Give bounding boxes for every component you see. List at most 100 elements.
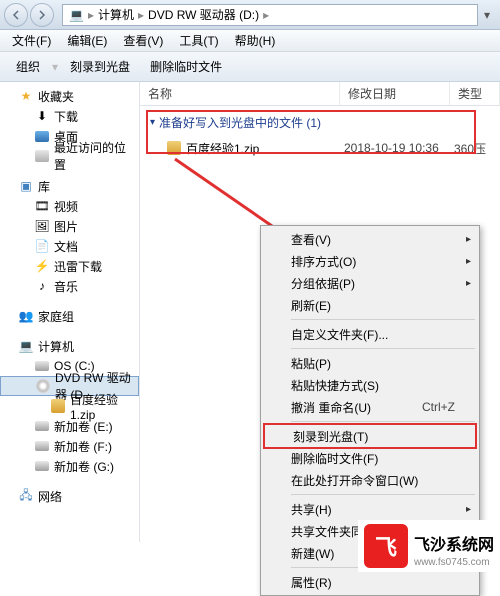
cm-separator: [291, 421, 475, 422]
tree-label: 网络: [38, 488, 62, 505]
titlebar: 💻 ▸ 计算机 ▸ DVD RW 驱动器 (D:) ▸ ▾: [0, 0, 500, 30]
toolbar-delete-temp[interactable]: 删除临时文件: [140, 55, 232, 78]
chevron-down-icon: ▾: [150, 117, 155, 128]
menubar: 文件(F) 编辑(E) 查看(V) 工具(T) 帮助(H): [0, 30, 500, 52]
music-icon: ♪: [34, 278, 50, 294]
breadcrumb-separator: ▸: [138, 8, 144, 22]
cm-label: 刻录到光盘(T): [293, 428, 368, 445]
cm-share[interactable]: 共享(H): [263, 498, 477, 520]
tree-computer[interactable]: 💻计算机: [0, 336, 139, 356]
tree-label: 文档: [54, 238, 78, 255]
breadcrumb-seg-computer[interactable]: 计算机: [98, 6, 134, 23]
tree-libraries[interactable]: ▣库: [0, 176, 139, 196]
tree-videos[interactable]: 🎞视频: [0, 196, 139, 216]
menu-view[interactable]: 查看(V): [115, 30, 171, 51]
cm-paste-shortcut[interactable]: 粘贴快捷方式(S): [263, 374, 477, 396]
toolbar-separator: ▾: [50, 60, 60, 74]
tree-label: 视频: [54, 198, 78, 215]
tree-label: 图片: [54, 218, 78, 235]
cm-label: 粘贴快捷方式(S): [291, 377, 379, 394]
toolbar-organize[interactable]: 组织: [6, 55, 50, 78]
arrow-left-icon: [11, 10, 21, 20]
homegroup-icon: 👥: [18, 308, 34, 324]
cm-shortcut: Ctrl+Z: [422, 400, 455, 414]
disk-icon: [35, 461, 49, 471]
zip-icon: [167, 141, 181, 155]
disk-icon: [35, 421, 49, 431]
menu-tools[interactable]: 工具(T): [171, 30, 226, 51]
address-bar[interactable]: 💻 ▸ 计算机 ▸ DVD RW 驱动器 (D:) ▸: [62, 4, 478, 26]
zip-icon: [51, 399, 65, 413]
tree-label: 下载: [54, 108, 78, 125]
tree-documents[interactable]: 📄文档: [0, 236, 139, 256]
cm-view[interactable]: 查看(V): [263, 228, 477, 250]
breadcrumb-seg-dvd[interactable]: DVD RW 驱动器 (D:): [148, 6, 259, 23]
cm-separator: [291, 494, 475, 495]
cm-label: 在此处打开命令窗口(W): [291, 472, 418, 489]
tree-favorites[interactable]: ★收藏夹: [0, 86, 139, 106]
back-button[interactable]: [4, 3, 28, 27]
tree-label: 新加卷 (G:): [54, 458, 114, 475]
tree-label: 收藏夹: [38, 88, 74, 105]
video-icon: 🎞: [34, 198, 50, 214]
tree-downloads[interactable]: ⬇下载: [0, 106, 139, 126]
menu-help[interactable]: 帮助(H): [227, 30, 284, 51]
cm-delete-temp[interactable]: 删除临时文件(F): [263, 447, 477, 469]
column-header-type[interactable]: 类型: [450, 82, 500, 105]
tree-label: 计算机: [38, 338, 74, 355]
computer-icon: 💻: [18, 338, 34, 354]
library-icon: ▣: [18, 178, 34, 194]
watermark-url: www.fs0745.com: [414, 557, 494, 568]
picture-icon: 🖼: [34, 218, 50, 234]
cm-properties[interactable]: 属性(R): [263, 571, 477, 593]
tree-thunder[interactable]: ⚡迅雷下载: [0, 256, 139, 276]
file-group-header[interactable]: ▾ 准备好写入到光盘中的文件 (1): [150, 114, 490, 131]
tree-homegroup[interactable]: 👥家庭组: [0, 306, 139, 326]
address-dropdown[interactable]: ▾: [478, 8, 496, 22]
column-header-name[interactable]: 名称: [140, 82, 340, 105]
tree-drive-g[interactable]: 新加卷 (G:): [0, 456, 139, 476]
breadcrumb-separator: ▸: [88, 8, 94, 22]
cm-sort[interactable]: 排序方式(O): [263, 250, 477, 272]
cm-label: 属性(R): [291, 574, 332, 591]
cm-label: 刷新(E): [291, 297, 331, 314]
download-icon: ⬇: [34, 108, 50, 124]
cm-label: 新建(W): [291, 545, 334, 562]
cm-group[interactable]: 分组依据(P): [263, 272, 477, 294]
network-icon: 🖧: [18, 488, 34, 504]
toolbar-burn[interactable]: 刻录到光盘: [60, 55, 140, 78]
group-header-label: 准备好写入到光盘中的文件 (1): [159, 114, 321, 131]
tree-label: 最近访问的位置: [54, 139, 135, 173]
column-header-date[interactable]: 修改日期: [340, 82, 450, 105]
cm-separator: [291, 319, 475, 320]
menu-file[interactable]: 文件(F): [4, 30, 59, 51]
watermark-logo: 飞: [364, 524, 408, 568]
cm-separator: [291, 348, 475, 349]
dvd-icon: [36, 379, 50, 393]
tree-recent[interactable]: 最近访问的位置: [0, 146, 139, 166]
tree-network[interactable]: 🖧网络: [0, 486, 139, 506]
forward-button[interactable]: [30, 3, 54, 27]
cm-paste[interactable]: 粘贴(P): [263, 352, 477, 374]
file-row[interactable]: 百度经验1.zip 2018-10-19 10:36 360压: [150, 137, 490, 159]
nav-tree: ★收藏夹 ⬇下载 桌面 最近访问的位置 ▣库 🎞视频 🖼图片 📄文档 ⚡迅雷下载…: [0, 82, 140, 542]
tree-label: 库: [38, 178, 50, 195]
tree-label: 迅雷下载: [54, 258, 102, 275]
tree-pictures[interactable]: 🖼图片: [0, 216, 139, 236]
cm-refresh[interactable]: 刷新(E): [263, 294, 477, 316]
cm-label: 删除临时文件(F): [291, 450, 378, 467]
desktop-icon: [35, 131, 49, 142]
cm-customize[interactable]: 自定义文件夹(F)...: [263, 323, 477, 345]
tree-label: 家庭组: [38, 308, 74, 325]
cm-label: 粘贴(P): [291, 355, 331, 372]
cm-undo-rename[interactable]: 撤消 重命名(U)Ctrl+Z: [263, 396, 477, 418]
cm-label: 排序方式(O): [291, 253, 356, 270]
cm-burn[interactable]: 刻录到光盘(T): [265, 425, 475, 447]
tree-zip-file[interactable]: 百度经验1.zip: [0, 396, 139, 416]
cm-label: 自定义文件夹(F)...: [291, 326, 388, 343]
cm-open-cmd[interactable]: 在此处打开命令窗口(W): [263, 469, 477, 491]
file-area[interactable]: ▾ 准备好写入到光盘中的文件 (1) 百度经验1.zip 2018-10-19 …: [140, 106, 500, 167]
tree-music[interactable]: ♪音乐: [0, 276, 139, 296]
menu-edit[interactable]: 编辑(E): [59, 30, 115, 51]
tree-drive-f[interactable]: 新加卷 (F:): [0, 436, 139, 456]
